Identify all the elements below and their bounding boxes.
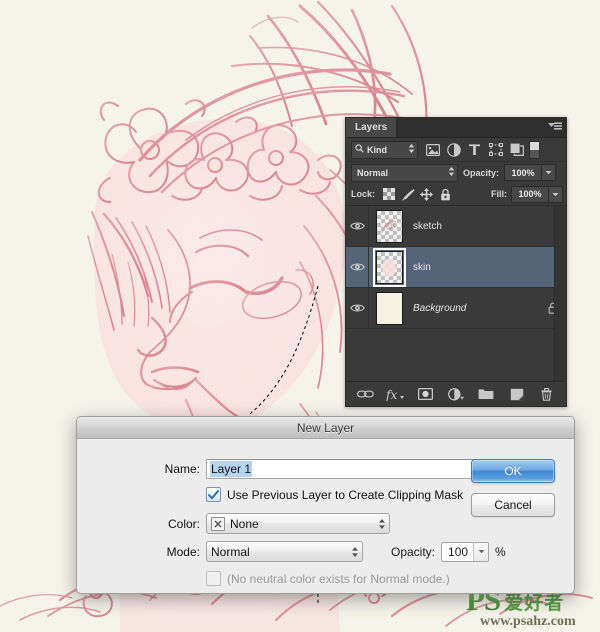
panel-opacity-value[interactable]: 100% (504, 164, 543, 181)
cancel-button-label: Cancel (494, 498, 532, 512)
fill-dropdown-icon[interactable] (549, 185, 563, 203)
layer-name[interactable]: sketch (409, 221, 540, 232)
layer-visibility-toggle[interactable] (346, 288, 369, 328)
name-field-label: Name: (164, 462, 200, 476)
layer-thumbnail-cell[interactable] (369, 247, 409, 287)
neutral-color-note: (No neutral color exists for Normal mode… (227, 571, 450, 586)
mode-field-label: Mode: (166, 544, 200, 559)
dialog-opacity-label: Opacity: (391, 544, 436, 559)
tab-strip-filler (397, 118, 544, 137)
cancel-button[interactable]: Cancel (471, 493, 555, 517)
eye-icon (349, 222, 365, 230)
layer-thumbnail-cell[interactable] (369, 209, 409, 243)
ok-button-label: OK (504, 464, 522, 478)
layer-style-fx-icon[interactable]: fx (384, 384, 406, 404)
search-icon (355, 144, 364, 155)
delete-layer-icon[interactable] (536, 384, 558, 404)
panel-opacity-dropdown-icon[interactable] (542, 164, 557, 181)
color-field-label: Color: (167, 516, 200, 531)
color-stepper-icon[interactable] (378, 518, 386, 530)
blend-mode-value: Normal (357, 167, 389, 178)
filter-kind-select[interactable]: Kind (351, 140, 418, 159)
blend-mode-row[interactable]: Normal Opacity: 100% (346, 162, 566, 183)
dialog-title: New Layer (296, 420, 355, 435)
table-row[interactable]: Background (346, 288, 566, 329)
layer-thumbnail-cell[interactable] (369, 291, 409, 325)
fill-value[interactable]: 100% (511, 185, 549, 203)
filter-adjustment-layers-icon[interactable] (443, 140, 464, 159)
table-row[interactable]: skin (346, 247, 566, 288)
lock-transparent-pixels-icon[interactable] (379, 185, 398, 203)
dialog-opacity-unit: % (495, 544, 506, 559)
tab-layers[interactable]: Layers (346, 118, 398, 137)
new-layer-icon[interactable] (506, 384, 528, 404)
filter-pixel-layers-icon[interactable] (422, 140, 443, 159)
blend-mode-value: Normal (211, 544, 250, 559)
none-swatch-icon (211, 516, 225, 531)
layer-visibility-toggle[interactable] (346, 247, 369, 287)
lock-image-pixels-icon[interactable] (398, 185, 417, 203)
dialog-opacity-input[interactable]: 100 (441, 541, 490, 562)
blend-mode-select[interactable]: Normal (351, 163, 458, 182)
fill-label: Fill: (491, 189, 507, 199)
lock-label: Lock: (351, 189, 376, 199)
opacity-dropdown-icon[interactable] (473, 542, 489, 561)
blend-mode-select[interactable]: Normal (206, 541, 363, 562)
panel-opacity-label: Opacity: (463, 167, 500, 178)
neutral-color-checkbox (206, 571, 221, 586)
dialog-opacity-value: 100 (448, 544, 469, 559)
lock-row[interactable]: Lock: Fill: 100% (346, 183, 566, 206)
layer-list-scrollbar[interactable] (554, 206, 566, 381)
layers-panel-footer[interactable]: fx (346, 381, 566, 406)
filter-shape-layers-icon[interactable] (485, 140, 506, 159)
panel-menu-icon[interactable] (544, 118, 566, 137)
layer-color-select[interactable]: None (206, 513, 390, 534)
eye-icon (349, 304, 365, 312)
layer-name-value: Layer 1 (210, 461, 253, 477)
new-group-icon[interactable] (475, 384, 497, 404)
filter-enable-toggle[interactable] (529, 140, 540, 159)
link-layers-icon[interactable] (354, 384, 376, 404)
lock-position-icon[interactable] (417, 185, 436, 203)
updown-stepper-icon[interactable] (408, 143, 415, 156)
filter-smart-object-icon[interactable] (506, 140, 527, 159)
tab-layers-label: Layers (355, 122, 388, 133)
ok-button[interactable]: OK (471, 459, 555, 483)
layer-color-value: None (230, 516, 259, 531)
layer-list[interactable]: sketch skin Background (346, 206, 566, 381)
new-adjustment-layer-icon[interactable] (445, 384, 467, 404)
filter-type-icons[interactable] (422, 140, 527, 159)
checkmark-icon (208, 489, 219, 499)
panel-tab-strip[interactable]: Layers (346, 118, 566, 138)
svg-text:fx: fx (386, 388, 397, 401)
layer-filter-row[interactable]: Kind (346, 138, 566, 162)
clipping-mask-checkbox[interactable] (206, 487, 221, 502)
add-layer-mask-icon[interactable] (415, 384, 437, 404)
layer-thumbnail[interactable] (372, 247, 406, 287)
layer-name[interactable]: skin (409, 262, 540, 273)
dialog-title-bar[interactable]: New Layer (77, 417, 574, 439)
table-row[interactable]: sketch (346, 206, 566, 247)
layer-visibility-toggle[interactable] (346, 206, 369, 246)
layer-name[interactable]: Background (409, 303, 540, 314)
new-layer-dialog[interactable]: New Layer Name: Layer 1 Use Previous Lay… (76, 416, 575, 594)
filter-type-layers-icon[interactable] (464, 140, 485, 159)
lock-icons[interactable] (379, 185, 455, 203)
layer-thumbnail[interactable] (375, 291, 403, 325)
filter-kind-label: Kind (367, 144, 387, 155)
mode-stepper-icon[interactable] (351, 546, 359, 558)
layer-thumbnail[interactable] (375, 209, 403, 243)
layers-panel[interactable]: Layers Kind Normal Opacity: 100% Lock: F… (345, 117, 567, 407)
clipping-mask-label: Use Previous Layer to Create Clipping Ma… (227, 487, 464, 502)
lock-all-icon[interactable] (436, 185, 455, 203)
eye-icon (349, 263, 365, 271)
chevron-updown-icon[interactable] (448, 166, 455, 179)
